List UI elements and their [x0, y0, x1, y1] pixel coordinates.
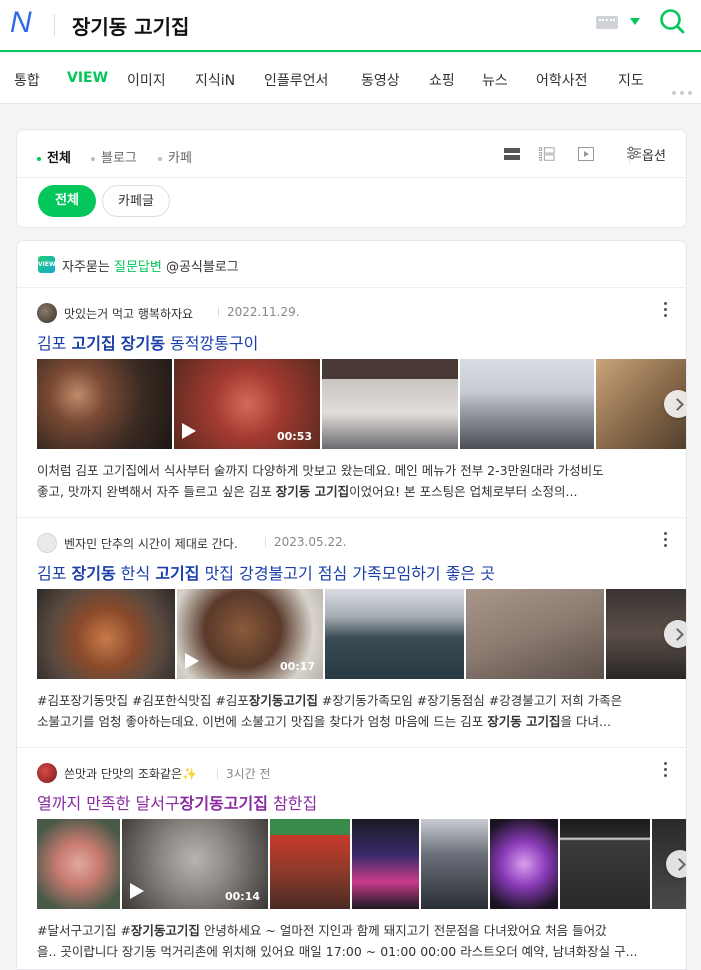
filter-type-cafe[interactable]: 카페 [158, 147, 192, 166]
thumbnail-image[interactable] [37, 819, 120, 909]
result-snippet[interactable]: 이처럼 김포 고기집에서 식사부터 술까지 다양하게 맛보고 왔는데요. 메인 … [37, 460, 667, 502]
tab-shopping[interactable]: 쇼핑 [429, 70, 455, 90]
tab-video[interactable]: 동영상 [361, 70, 400, 90]
thumbnail-image[interactable] [325, 589, 464, 679]
author-name[interactable]: 맛있는거 먹고 행복하자요 [64, 305, 193, 322]
author-avatar[interactable] [37, 303, 57, 323]
search-query[interactable]: 장기동 고기집 [72, 11, 189, 40]
video-duration: 00:53 [276, 430, 312, 443]
thumbnail-image[interactable] [560, 819, 650, 909]
thumbnail-image[interactable] [466, 589, 604, 679]
filter-divider [17, 177, 686, 178]
more-tabs-icon[interactable] [672, 80, 701, 95]
tab-view[interactable]: VIEW [67, 70, 108, 86]
author-name[interactable]: 쓴맛과 단맛의 조화같은✨ [64, 765, 197, 782]
keyboard-icon[interactable] [596, 16, 618, 29]
thumbnail-image[interactable] [652, 819, 686, 909]
tab-images[interactable]: 이미지 [127, 70, 166, 90]
more-options-icon[interactable] [664, 532, 668, 548]
tab-knowledge-in[interactable]: 지식iN [195, 70, 235, 90]
thumbnail-image[interactable] [270, 819, 350, 909]
thumbnail-image[interactable] [37, 359, 172, 449]
result-item: 맛있는거 먹고 행복하자요 2022.11.29. 김포 고기집 장기동 동적깡… [17, 288, 686, 518]
video-duration: 00:17 [279, 660, 315, 673]
video-thumbnail[interactable]: 00:14 [122, 819, 268, 909]
keyboard-dropdown-icon[interactable] [630, 18, 640, 25]
author-avatar[interactable] [37, 533, 57, 553]
next-image-button[interactable] [666, 850, 686, 878]
filter-type-blog[interactable]: 블로그 [91, 147, 137, 166]
result-snippet[interactable]: #김포장기동맛집 #김포한식맛집 #김포장기동고기집 #장기동가족모임 #장기동… [37, 690, 667, 732]
next-image-button[interactable] [664, 390, 686, 418]
post-date: 2022.11.29. [218, 305, 300, 319]
post-date: 3시간 전 [217, 765, 271, 782]
tab-integrated[interactable]: 통합 [14, 70, 40, 90]
more-options-icon[interactable] [664, 762, 668, 778]
result-item: 벤자민 단추의 시간이 제대로 간다. 2023.05.22. 김포 장기동 한… [17, 518, 686, 748]
thumbnail-image[interactable] [490, 819, 558, 909]
thumbnail-image[interactable] [421, 819, 488, 909]
result-title[interactable]: 김포 고기집 장기동 동적깡통구이 [37, 330, 258, 354]
thumbnail-strip: 00:53 [37, 359, 686, 449]
thumbnail-view-icon[interactable] [539, 146, 555, 162]
video-thumbnail[interactable]: 00:53 [174, 359, 320, 449]
thumbnail-image[interactable] [460, 359, 594, 449]
naver-logo[interactable]: N [10, 6, 32, 40]
thumbnail-image[interactable] [596, 359, 686, 449]
list-view-icon[interactable] [504, 146, 520, 162]
author-avatar[interactable] [37, 763, 57, 783]
header-divider [54, 14, 55, 36]
search-header: N 장기동 고기집 [0, 0, 701, 52]
results-header: VIEW 자주묻는 질문답변 @공식블로그 [17, 241, 686, 288]
play-icon [130, 883, 144, 899]
search-tabs: 통합 VIEW 이미지 지식iN 인플루언서 동영상 쇼핑 뉴스 어학사전 지도 [0, 54, 701, 104]
video-view-icon[interactable] [578, 146, 594, 162]
more-options-icon[interactable] [664, 302, 668, 318]
options-icon[interactable] [627, 146, 641, 160]
result-snippet[interactable]: #달서구고기집 #장기동고기집 안녕하세요 ~ 얼마전 지인과 함께 돼지고기 … [37, 920, 667, 962]
chip-all[interactable]: 전체 [38, 185, 96, 217]
thumbnail-image[interactable] [606, 589, 686, 679]
filter-panel: 전체 블로그 카페 옵션 전체 카페글 [16, 129, 687, 228]
result-item: 쓴맛과 단맛의 조화같은✨ 3시간 전 열까지 만족한 달서구장기동고기집 참한… [17, 748, 686, 969]
thumbnail-strip: 00:17 [37, 589, 686, 679]
search-icon[interactable] [659, 8, 685, 34]
next-image-button[interactable] [664, 620, 686, 648]
filter-type-all[interactable]: 전체 [37, 147, 71, 166]
result-title[interactable]: 열까지 만족한 달서구장기동고기집 참한집 [37, 790, 317, 814]
tab-influencer[interactable]: 인플루언서 [264, 70, 328, 90]
result-title[interactable]: 김포 장기동 한식 고기집 맛집 강경불고기 점심 가족모임하기 좋은 곳 [37, 560, 495, 584]
thumbnail-strip: 00:14 [37, 819, 686, 909]
thumbnail-image[interactable] [322, 359, 458, 449]
play-icon [182, 423, 196, 439]
options-button[interactable]: 옵션 [642, 145, 666, 164]
chip-cafe-posts[interactable]: 카페글 [102, 185, 170, 217]
author-name[interactable]: 벤자민 단추의 시간이 제대로 간다. [64, 535, 238, 552]
video-duration: 00:14 [224, 890, 260, 903]
thumbnail-image[interactable] [37, 589, 175, 679]
post-date: 2023.05.22. [265, 535, 347, 549]
play-icon [185, 653, 199, 669]
tab-news[interactable]: 뉴스 [482, 70, 508, 90]
video-thumbnail[interactable]: 00:17 [177, 589, 323, 679]
view-badge-icon: VIEW [38, 256, 56, 273]
thumbnail-image[interactable] [352, 819, 419, 909]
faq-link[interactable]: 자주묻는 질문답변 @공식블로그 [62, 256, 239, 275]
tab-map[interactable]: 지도 [618, 70, 644, 90]
results-panel: VIEW 자주묻는 질문답변 @공식블로그 맛있는거 먹고 행복하자요 2022… [16, 240, 687, 970]
tab-dictionary[interactable]: 어학사전 [536, 70, 588, 90]
